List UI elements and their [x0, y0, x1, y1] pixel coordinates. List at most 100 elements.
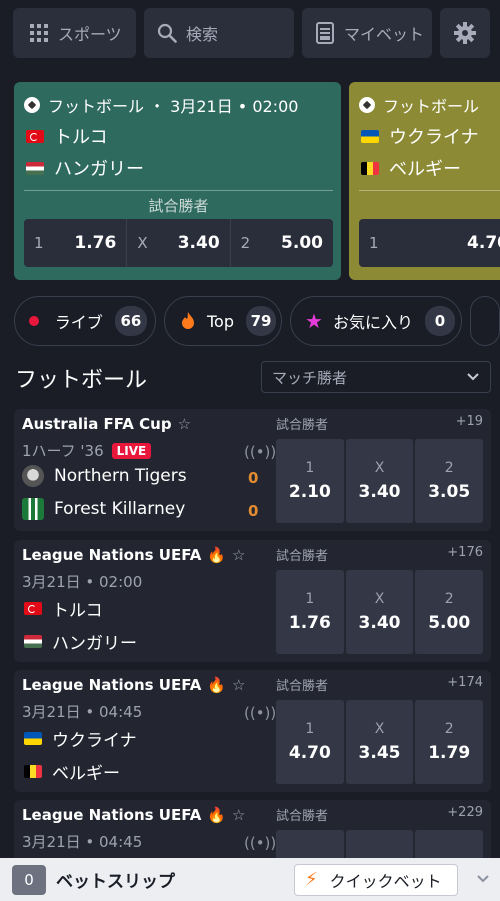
odd-button-draw[interactable]: X 3.45	[345, 700, 414, 784]
score-team-2: 0	[248, 502, 259, 520]
odd-value: 2.10	[288, 482, 331, 502]
league-label: League Nations UEFA	[22, 806, 202, 824]
market-label: 試合勝者	[276, 549, 329, 564]
flame-icon: 🔥	[207, 546, 227, 564]
odd-label: 2	[444, 460, 454, 476]
quick-bet-button[interactable]: ⚡ クイックベット	[294, 863, 458, 896]
match-time-label: 3月21日 • 04:45	[22, 833, 143, 851]
search-icon	[156, 22, 178, 44]
chevron-down-icon[interactable]	[476, 872, 490, 888]
odd-button-home[interactable]: 1 2.10	[276, 439, 344, 523]
featured-team-1: トルコ	[24, 120, 333, 152]
favorite-star-icon[interactable]: ☆	[232, 546, 245, 564]
settings-button[interactable]	[440, 8, 490, 58]
chip-live[interactable]: ライブ 66	[14, 296, 156, 346]
team-crest-icon	[22, 498, 44, 520]
star-icon: ★	[305, 309, 323, 333]
match-team-2: ハンガリー	[22, 629, 137, 654]
odd-button-home[interactable]: 1 4.70	[359, 219, 500, 267]
odd-label: 2	[444, 591, 454, 607]
more-markets-link[interactable]: +174	[447, 675, 483, 690]
bet-slip-bar[interactable]: 0 ベットスリップ ⚡ クイックベット	[0, 858, 500, 901]
odd-label: X	[137, 234, 148, 252]
more-markets-link[interactable]: +229	[447, 805, 483, 820]
my-bets-label: マイベット	[344, 25, 425, 44]
odd-value: 4.70	[288, 743, 331, 763]
league-label: League Nations UEFA	[22, 546, 202, 564]
match-team-1: トルコ	[22, 596, 103, 621]
chip-label: ライブ	[54, 313, 103, 332]
odds-row: 1 4.70 X 3.45 2 1.79	[276, 700, 484, 784]
odd-label: X	[374, 591, 385, 607]
odd-button-home[interactable]: 1 1.76	[276, 570, 344, 654]
odd-button-away[interactable]: 2 5.00	[231, 219, 333, 267]
flame-icon	[179, 311, 197, 331]
featured-team-2: ベルギー	[359, 152, 500, 184]
odd-button-away[interactable]: 2 3.05	[415, 439, 484, 523]
odd-button-home[interactable]: 1 4.70	[276, 700, 344, 784]
featured-card[interactable]: フットボール ウクライナ ベルギー 1 4.70	[349, 82, 500, 280]
broadcast-icon: ((•))	[244, 443, 277, 461]
featured-card[interactable]: フットボール ・ 3月21日 • 02:00 トルコ ハンガリー 試合勝者 1 …	[14, 82, 341, 280]
search-button[interactable]: 検索	[144, 8, 294, 58]
search-label: 検索	[186, 25, 219, 44]
flame-icon: 🔥	[207, 806, 227, 824]
league-name: Australia FFA Cup ☆	[22, 415, 191, 433]
quick-bet-label: クイックベット	[329, 871, 442, 891]
odd-button-home[interactable]: 1 1.76	[24, 219, 128, 267]
score-team-1: 0	[248, 469, 259, 487]
odd-button-draw[interactable]: X 3.40	[345, 439, 414, 523]
featured-card-header: フットボール	[359, 94, 500, 116]
ticket-icon	[314, 22, 336, 44]
match-card[interactable]: League Nations UEFA 🔥 ☆ 3月21日 • 04:45 ((…	[14, 670, 491, 792]
match-card[interactable]: Australia FFA Cup ☆ 1ハーフ '36 LIVE ((•)) …	[14, 409, 491, 531]
odd-button-away[interactable]: 2 5.00	[415, 570, 484, 654]
odd-value: 4.70	[467, 233, 500, 253]
market-label: 試合勝者	[276, 418, 329, 433]
market-label: 試合勝者	[276, 679, 329, 694]
match-team-2: ベルギー	[22, 759, 120, 784]
odd-label: 1	[305, 460, 315, 476]
grid-icon	[28, 22, 50, 44]
featured-team-2: ハンガリー	[24, 152, 333, 184]
favorite-star-icon[interactable]: ☆	[232, 676, 245, 694]
chip-label: お気に入り	[332, 313, 413, 332]
broadcast-icon: ((•))	[244, 834, 277, 852]
odd-label: 1	[34, 234, 44, 252]
odd-value: 3.45	[358, 743, 401, 763]
chip-top[interactable]: Top 79	[164, 296, 282, 346]
chip-more[interactable]	[470, 296, 500, 346]
odd-button-away[interactable]: 2 1.79	[415, 700, 484, 784]
featured-card-title: フットボール ・ 3月21日 • 02:00	[48, 97, 299, 116]
match-time-label: 3月21日 • 04:45	[22, 703, 143, 721]
sports-menu-button[interactable]: スポーツ	[13, 8, 136, 58]
team-name: Forest Killarney	[54, 499, 186, 519]
featured-team-1: ウクライナ	[359, 120, 500, 152]
chip-count: 0	[424, 306, 455, 336]
league-label: League Nations UEFA	[22, 676, 202, 694]
odd-label: 1	[305, 721, 315, 737]
live-badge: LIVE	[111, 442, 152, 459]
match-time-label: 3月21日 • 02:00	[22, 573, 143, 591]
favorite-star-icon[interactable]: ☆	[178, 415, 191, 433]
team-name: ハンガリー	[52, 634, 137, 654]
broadcast-icon: ((•))	[244, 704, 277, 722]
odd-button-draw[interactable]: X 3.40	[345, 570, 414, 654]
odd-button-draw[interactable]: X 3.40	[127, 219, 231, 267]
more-markets-link[interactable]: +176	[447, 545, 483, 560]
favorite-star-icon[interactable]: ☆	[232, 806, 245, 824]
featured-matches-carousel[interactable]: フットボール ・ 3月21日 • 02:00 トルコ ハンガリー 試合勝者 1 …	[14, 82, 500, 280]
odd-value: 3.40	[358, 613, 401, 633]
market-select[interactable]: マッチ勝者	[261, 361, 491, 393]
section-title: フットボール	[15, 368, 148, 393]
top-nav: スポーツ 検索 マイベット	[0, 0, 500, 66]
odd-value: 5.00	[281, 233, 323, 253]
my-bets-button[interactable]: マイベット	[302, 8, 432, 58]
more-markets-link[interactable]: +19	[456, 414, 483, 429]
match-card[interactable]: League Nations UEFA 🔥 ☆ 3月21日 • 02:00 トル…	[14, 540, 491, 662]
chip-favorites[interactable]: ★ お気に入り 0	[290, 296, 462, 346]
league-name: League Nations UEFA 🔥 ☆	[22, 676, 246, 694]
odds-row: 1 1.76 X 3.40 2 5.00	[276, 570, 484, 654]
soccer-ball-icon	[24, 97, 40, 113]
league-label: Australia FFA Cup	[22, 415, 172, 433]
